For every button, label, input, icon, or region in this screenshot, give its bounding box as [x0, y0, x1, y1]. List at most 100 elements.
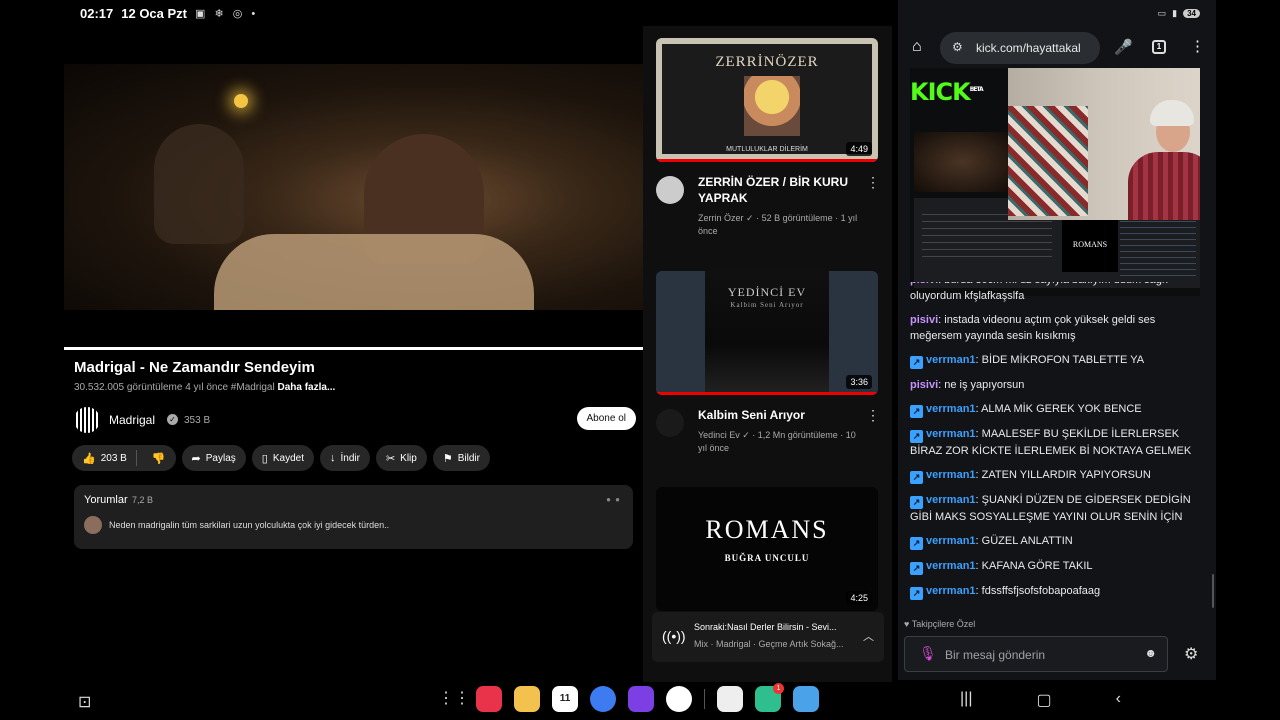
channel-name[interactable]: Madrigal	[109, 413, 155, 427]
chat-username[interactable]: verrman1	[926, 403, 976, 415]
stream-player[interactable]: KICKBETA ROMANS	[910, 68, 1200, 296]
autoplay-next-bar[interactable]: ((•)) Sonraki:Nasıl Derler Bilirsin - Se…	[652, 612, 884, 662]
chat-message: ↗ verrman1: ZATEN YILLARDIR YAPIYORSUN	[910, 467, 1210, 484]
bookmark-icon: ▯	[261, 452, 268, 465]
app-icon-green[interactable]: 1	[755, 683, 784, 712]
recents-icon[interactable]: |||	[960, 690, 972, 710]
video-frame-figure	[154, 124, 244, 244]
app-pair-icon[interactable]	[717, 686, 743, 712]
download-button[interactable]: ↓ İndir	[319, 445, 370, 471]
back-icon[interactable]: ‹	[1116, 690, 1121, 710]
chat-username[interactable]: verrman1	[926, 469, 976, 481]
like-count[interactable]: 203 B	[101, 453, 127, 464]
chat-message-input[interactable]	[945, 645, 1135, 665]
app-icon-purple[interactable]	[628, 686, 654, 712]
chat-username[interactable]: verrman1	[926, 354, 976, 366]
channel-row: Madrigal ✓ 353 B Abone ol	[74, 407, 636, 435]
subscriber-badge-icon: ↗	[910, 405, 923, 418]
channel-avatar[interactable]	[656, 176, 684, 204]
chevron-up-icon[interactable]: ︿	[863, 628, 874, 644]
action-bar: 👍 203 B 👎 ➦ Paylaş ▯ Kaydet ↓ İndir ✂ Klip ⚑…	[72, 445, 490, 471]
taskbar: ⊡ ⋮⋮ 11 1 ||| ▢ ‹	[64, 682, 1216, 720]
screenshot-icon[interactable]: ⊡	[78, 692, 91, 712]
share-icon: ➦	[191, 452, 201, 465]
messages-icon[interactable]	[590, 686, 616, 712]
report-label: Bildir	[457, 452, 480, 464]
share-button[interactable]: ➦ Paylaş	[181, 445, 246, 471]
chat-text: ZATEN YILLARDIR YAPIYORSUN	[981, 469, 1151, 481]
video-progress-fill	[64, 347, 643, 350]
video-player[interactable]	[64, 64, 643, 310]
video-thumbnail[interactable]: YEDİNCİ EV Kalbim Seni Arıyor 3:36	[656, 271, 878, 395]
chat-username[interactable]: pisivi	[910, 379, 938, 391]
signal-icon: ▮	[1172, 8, 1178, 18]
top-comment: Neden madrigalin tüm sarkilari uzun yolc…	[109, 520, 390, 530]
video-progress-bar[interactable]	[64, 347, 643, 350]
video-title: Kalbim Seni Arıyor	[698, 408, 805, 422]
app-drawer-icon[interactable]: ⋮⋮	[438, 686, 470, 712]
app-icon-red[interactable]	[476, 686, 502, 712]
more-vert-icon[interactable]: ⋮	[866, 174, 880, 191]
chat-messages[interactable]: pisivi: burda 30cm mi dz sayıyla bakıyım…	[910, 282, 1210, 612]
channel-name: Yedinci Ev	[698, 430, 740, 440]
app-icon-notes[interactable]	[514, 686, 540, 712]
album-cover: ZERRİNÖZER MUTLULUKLAR DİLERİM	[662, 44, 872, 154]
screen-share-thumbnail: ROMANS	[1062, 218, 1118, 272]
more-link[interactable]: Daha fazla...	[278, 382, 336, 393]
save-button[interactable]: ▯ Kaydet	[251, 445, 314, 471]
url-text[interactable]: kick.com/hayattakal	[976, 41, 1096, 55]
video-thumbnail[interactable]: ROMANS BUĞRA UNCULU 4:25	[656, 487, 878, 611]
mic-icon[interactable]: 🎤	[1114, 38, 1133, 56]
site-settings-icon[interactable]: ⚙	[952, 40, 963, 54]
chat-username[interactable]: pisivi	[910, 282, 938, 286]
camera-icon[interactable]	[666, 686, 692, 712]
app-icon-blue[interactable]	[793, 686, 819, 712]
url-field[interactable]: ⚙ kick.com/hayattakal	[940, 32, 1100, 64]
chat-username[interactable]: verrman1	[926, 585, 976, 597]
chat-username[interactable]: verrman1	[926, 560, 976, 572]
clip-button[interactable]: ✂ Klip	[375, 445, 427, 471]
report-button[interactable]: ⚑ Bildir	[432, 445, 490, 471]
chat-message: ↗ verrman1: ALMA MİK GEREK YOK BENCE	[910, 401, 1210, 418]
chat-message: pisivi: instada videonu açtım çok yüksek…	[910, 314, 1156, 342]
thumbs-up-icon[interactable]: 👍	[82, 452, 96, 465]
video-thumbnail[interactable]: ZERRİNÖZER MUTLULUKLAR DİLERİM 4:49	[656, 38, 878, 162]
channel-avatar[interactable]	[74, 407, 100, 433]
chat-scrollbar[interactable]	[1212, 574, 1214, 608]
date: 12 Oca Pzt	[121, 6, 188, 21]
calendar-icon[interactable]: 11	[552, 686, 578, 712]
share-label: Paylaş	[205, 452, 236, 464]
chat-username[interactable]: verrman1	[926, 535, 976, 547]
flag-icon: ⚑	[442, 452, 453, 465]
gear-icon[interactable]: ⚙	[1184, 644, 1198, 664]
channel-avatar[interactable]	[656, 409, 684, 437]
chat-username[interactable]: verrman1	[926, 428, 976, 440]
view-count: 1,2 Mn görüntüleme	[757, 430, 838, 440]
notification-icons: ▣ ❄ ◎ •	[195, 8, 259, 20]
more-vert-icon[interactable]: ⋮	[1190, 37, 1205, 55]
subscribe-button[interactable]: Abone ol	[576, 407, 636, 430]
subscriber-count: 353 B	[184, 415, 211, 426]
chat-username[interactable]: verrman1	[926, 494, 976, 506]
home-icon[interactable]: ⌂	[912, 38, 922, 56]
mic-icon[interactable]: 🎙	[919, 645, 937, 662]
hashtag-link[interactable]: #Madrigal	[231, 382, 275, 393]
home-button-icon[interactable]: ▢	[1036, 690, 1051, 710]
chat-message: pisivi: burda 30cm mi dz sayıyla bakıyım…	[910, 282, 1210, 304]
clock: 02:17	[80, 6, 114, 21]
pager-dots: ● ●	[606, 495, 621, 504]
status-bar: 02:17 12 Oca Pzt ▣ ❄ ◎ •	[80, 6, 258, 21]
view-count: 30.532.005 görüntüleme	[74, 382, 183, 393]
comments-panel[interactable]: Yorumlar 7,2 B ● ● Neden madrigalin tüm …	[74, 485, 633, 549]
chat-username[interactable]: pisivi	[910, 314, 938, 326]
chat-message: ↗ verrman1: GÜZEL ANLATTIN	[910, 533, 1210, 550]
thumbs-down-icon[interactable]: 👎	[142, 452, 176, 465]
more-vert-icon[interactable]: ⋮	[866, 407, 880, 424]
clip-label: Klip	[400, 452, 417, 464]
tab-count-button[interactable]: 1	[1152, 40, 1166, 54]
chat-message: ↗ verrman1: MAALESEF BU ŞEKİLDE İLERLERSE…	[910, 428, 1192, 457]
watch-page: Madrigal - Ne Zamandır Sendeyim 30.532.0…	[64, 26, 643, 682]
chat-input-box[interactable]: 🎙 ☻	[904, 636, 1168, 672]
navigation-keys: ||| ▢ ‹	[960, 690, 1121, 710]
emoji-icon[interactable]: ☻	[1144, 646, 1157, 660]
